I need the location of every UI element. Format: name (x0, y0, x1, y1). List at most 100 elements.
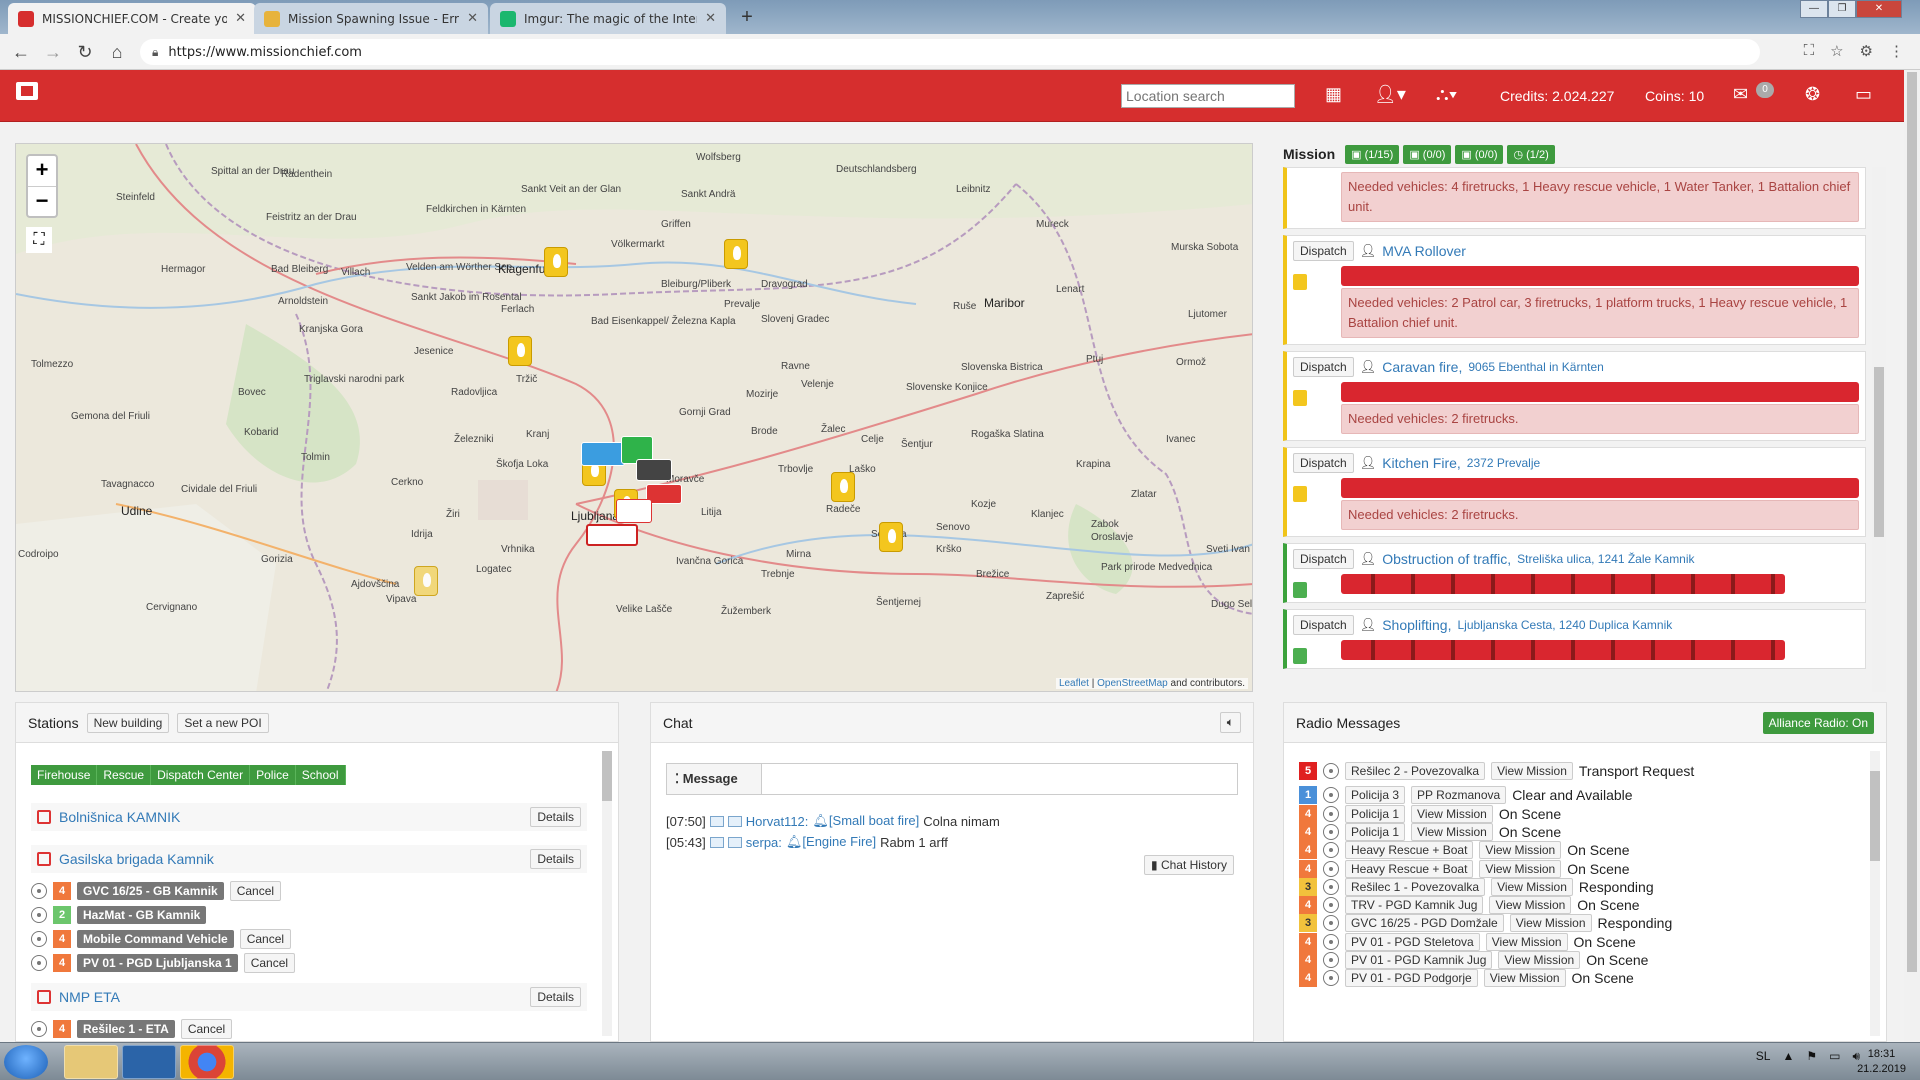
vehicle-marker-icon[interactable] (636, 459, 672, 481)
locate-unit-icon[interactable] (1323, 915, 1339, 932)
bookmark-star-icon[interactable]: ☆ (1830, 42, 1843, 60)
scroll-thumb[interactable] (1870, 771, 1880, 861)
unit-button[interactable]: PV 01 - PGD Podgorje (1345, 969, 1478, 988)
view-mission-button[interactable]: View Mission (1509, 914, 1592, 933)
unit-button[interactable]: TRV - PGD Kamnik Jug (1345, 896, 1484, 915)
chat-user-link[interactable]: Horvat112: (746, 814, 809, 829)
browser-menu-icon[interactable]: ⋮ (1889, 42, 1904, 60)
extension-icon[interactable]: ⚙ (1860, 42, 1873, 60)
station-name-link[interactable]: NMP ETA (59, 989, 530, 1005)
mission-marker-traffic-icon[interactable] (831, 472, 855, 502)
filter-planned[interactable]: ◷ (1/2) (1507, 144, 1555, 164)
unit-button[interactable]: PV 01 - PGD Steletova (1345, 932, 1480, 951)
locate-unit-icon[interactable] (1323, 933, 1339, 950)
vehicle-name[interactable]: Rešilec 1 - ETA (77, 1020, 175, 1038)
flag-icon[interactable]: ⚑ (1806, 1049, 1817, 1064)
back-button[interactable]: ← (10, 41, 32, 63)
station-name-link[interactable]: Bolnišnica KAMNIK (59, 809, 530, 825)
ambulance-marker-icon[interactable] (586, 524, 638, 546)
locate-unit-icon[interactable] (1323, 763, 1339, 779)
details-button[interactable]: Details (530, 849, 581, 869)
locate-unit-icon[interactable] (1323, 842, 1339, 859)
details-button[interactable]: Details (530, 987, 581, 1007)
sound-toggle-icon[interactable]: 🔈︎ (1219, 712, 1241, 733)
unit-button[interactable]: Policija 1 (1345, 804, 1406, 823)
station-filter-dispatch-center[interactable]: Dispatch Center (151, 765, 251, 785)
radio-scrollbar[interactable] (1870, 751, 1880, 1036)
tab-imgur[interactable]: Imgur: The magic of the Internet ✕ (490, 3, 726, 34)
unit-button[interactable]: Policija 1 (1345, 822, 1406, 841)
view-mission-button[interactable]: View Mission (1479, 859, 1562, 878)
station-filter-firehouse[interactable]: Firehouse (31, 765, 98, 785)
fullscreen-button[interactable]: ⛶ (26, 227, 52, 253)
stations-scrollbar[interactable] (602, 751, 612, 1036)
view-mission-button[interactable]: View Mission (1411, 804, 1493, 823)
unit-button[interactable]: Policija 3 (1345, 786, 1406, 805)
vehicle-marker-icon[interactable] (581, 442, 625, 466)
view-mission-button[interactable]: PP Rozmanova (1411, 786, 1507, 805)
cancel-button[interactable]: Cancel (243, 953, 296, 973)
mission-marker-fire-icon[interactable] (879, 522, 903, 552)
dispatch-button[interactable]: Dispatch (1293, 357, 1354, 377)
forward-button[interactable]: → (42, 41, 64, 63)
unit-button[interactable]: Heavy Rescue + Boat (1345, 859, 1474, 878)
chat-user-link[interactable]: serpa: (746, 835, 782, 850)
station-filter-police[interactable]: Police (250, 765, 296, 785)
view-mission-button[interactable]: View Mission (1479, 841, 1562, 860)
private-message-icon[interactable] (709, 815, 724, 827)
clock[interactable]: 18:31 21.2.2019 (1857, 1047, 1906, 1077)
missionchief-logo[interactable] (16, 82, 38, 100)
chrome-taskbar-icon[interactable] (180, 1045, 234, 1079)
locate-vehicle-icon[interactable] (31, 955, 47, 971)
app-taskbar-icon[interactable] (122, 1045, 176, 1079)
mission-name-link[interactable]: Caravan fire, (1382, 359, 1462, 375)
new-poi-button[interactable]: Set a new POI (177, 712, 269, 733)
scroll-thumb[interactable] (602, 751, 612, 801)
reload-button[interactable]: ↻ (74, 41, 96, 63)
tray-arrow-icon[interactable]: ▲ (1782, 1049, 1794, 1064)
mission-name-link[interactable]: MVA Rollover (1382, 243, 1466, 259)
locate-unit-icon[interactable] (1323, 878, 1339, 895)
locate-vehicle-icon[interactable] (31, 907, 47, 923)
vehicle-marker-icon[interactable] (616, 499, 652, 523)
maximize-button[interactable]: ❐ (1828, 0, 1856, 18)
tab-missionchief[interactable]: MISSIONCHIEF.COM - Create yo ✕ (8, 3, 256, 34)
new-building-button[interactable]: New building (86, 712, 170, 733)
chat-mission-link[interactable]: 🔔︎[Small boat fire] (812, 813, 919, 829)
vehicle-name[interactable]: PV 01 - PGD Ljubljanska 1 (77, 954, 238, 972)
translate-icon[interactable]: ⛶ (1804, 42, 1815, 60)
mission-marker-fire-icon[interactable] (508, 336, 532, 366)
view-mission-button[interactable]: View Mission (1483, 969, 1566, 988)
cancel-button[interactable]: Cancel (239, 929, 292, 949)
mission-marker-fire-icon[interactable] (544, 247, 568, 277)
mission-marker-fire-icon[interactable] (724, 239, 748, 269)
locate-unit-icon[interactable] (1323, 952, 1339, 968)
chat-history-button[interactable]: ▮ Chat History (1144, 855, 1234, 875)
vehicle-name[interactable]: GVC 16/25 - GB Kamnik (77, 882, 224, 900)
mission-list-scrollbar[interactable] (1872, 167, 1886, 692)
profile-menu-icon[interactable]: 👤︎▾ (1374, 84, 1406, 105)
scroll-thumb[interactable] (1907, 72, 1917, 972)
chat-mission-link[interactable]: 🔔︎[Engine Fire] (786, 834, 876, 850)
filter-transport[interactable]: ▣ (0/0) (1403, 144, 1452, 164)
unit-button[interactable]: PV 01 - PGD Kamnik Jug (1345, 951, 1493, 969)
new-tab-button[interactable]: + (735, 7, 759, 29)
locate-unit-icon[interactable] (1323, 805, 1339, 822)
filter-alliance[interactable]: ▣ (0/0) (1455, 144, 1504, 164)
dispatch-button[interactable]: Dispatch (1293, 241, 1354, 261)
close-window-button[interactable]: ✕ (1856, 0, 1902, 18)
tab-close-icon[interactable]: ✕ (235, 11, 246, 26)
leaflet-link[interactable]: Leaflet (1059, 678, 1089, 689)
locate-vehicle-icon[interactable] (31, 931, 47, 947)
dispatch-button[interactable]: Dispatch (1293, 453, 1354, 473)
mission-map[interactable]: Spittal an der Drau Radenthein Wolfsberg De… (15, 143, 1253, 692)
zoom-out-button[interactable]: − (28, 186, 56, 216)
location-search-input[interactable] (1121, 84, 1295, 108)
address-bar[interactable]: 🔒︎ https://www.missionchief.com (140, 39, 1760, 65)
locate-unit-icon[interactable] (1323, 970, 1339, 987)
filter-emergency[interactable]: ▣ (1/15) (1345, 144, 1400, 164)
view-mission-button[interactable]: View Mission (1489, 896, 1572, 915)
zoom-in-button[interactable]: + (28, 156, 56, 186)
chat-bubble-icon[interactable]: ▭ (1855, 84, 1872, 105)
page-scrollbar[interactable] (1904, 70, 1920, 1042)
